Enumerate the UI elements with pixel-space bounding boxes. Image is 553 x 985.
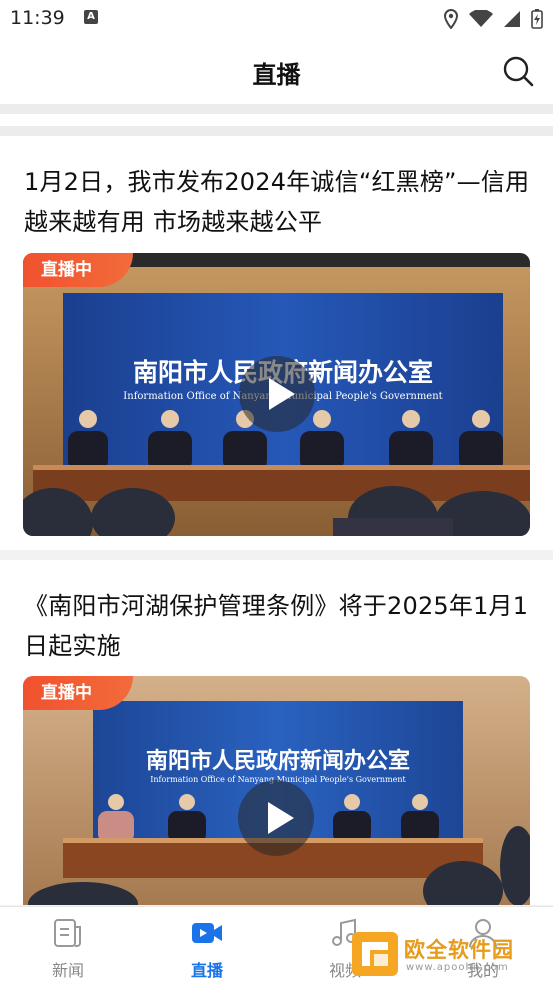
nav-label: 直播	[190, 961, 223, 980]
wifi-icon	[469, 10, 493, 27]
play-button[interactable]	[239, 356, 315, 432]
live-card[interactable]: 《南阳市河湖保护管理条例》将于2025年1月1日起实施 南阳市人民政府新闻办公室…	[0, 560, 553, 905]
app-header: 直播	[0, 38, 553, 104]
video-thumbnail[interactable]: 南阳市人民政府新闻办公室 Information Office of Nanya…	[23, 676, 530, 905]
card-remnant	[0, 114, 553, 126]
watermark-text: 欧全软件园	[404, 938, 514, 962]
card-title[interactable]: 1月2日，我市发布2024年诚信“红黑榜”—信用越来越有用 市场越来越公平	[24, 162, 531, 242]
watermark-logo	[352, 932, 398, 976]
divider	[0, 104, 553, 114]
nav-item-live[interactable]: 直播	[157, 907, 257, 985]
svg-text:南阳市人民政府新闻办公室: 南阳市人民政府新闻办公室	[146, 748, 410, 774]
location-icon	[443, 9, 459, 29]
live-card[interactable]: 1月2日，我市发布2024年诚信“红黑榜”—信用越来越有用 市场越来越公平 南阳…	[0, 136, 553, 550]
status-icons	[443, 8, 543, 30]
nav-label: 新闻	[51, 961, 84, 980]
search-icon	[503, 56, 534, 87]
live-badge: 直播中	[23, 676, 133, 710]
battery-icon	[531, 9, 543, 29]
status-bar: 11:39 A	[0, 0, 553, 38]
notification-a-icon: A	[84, 10, 98, 24]
divider	[0, 126, 553, 136]
video-camera-icon	[192, 923, 222, 943]
page-title: 直播	[252, 61, 301, 89]
card-title[interactable]: 《南阳市河湖保护管理条例》将于2025年1月1日起实施	[24, 586, 531, 666]
news-icon	[54, 919, 81, 947]
nav-item-news[interactable]: 新闻	[18, 907, 118, 985]
watermark-sub: www.apoohn.com	[406, 962, 509, 973]
signal-icon	[504, 11, 520, 27]
search-button[interactable]	[501, 54, 535, 88]
watermark: 欧全软件园 www.apoohn.com	[352, 928, 548, 978]
video-thumbnail[interactable]: 南阳市人民政府新闻办公室 Information Office of Nanya…	[23, 253, 530, 536]
status-time: 11:39	[10, 7, 65, 29]
play-icon	[268, 802, 294, 834]
play-icon	[269, 378, 295, 410]
play-button[interactable]	[238, 780, 314, 856]
live-badge: 直播中	[23, 253, 133, 287]
